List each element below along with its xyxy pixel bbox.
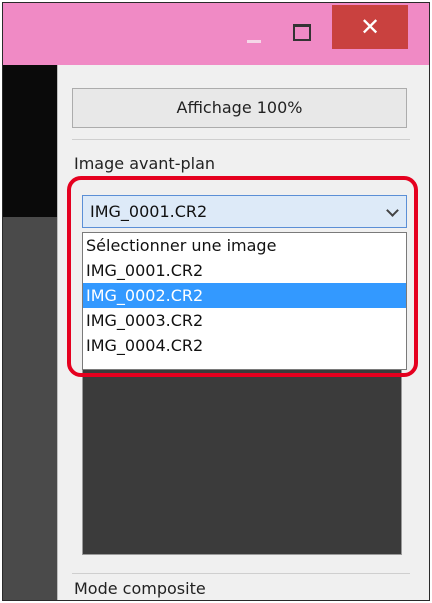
dropdown-option[interactable]: IMG_0001.CR2 <box>83 258 406 283</box>
canvas-dark-area <box>3 65 57 217</box>
image-preview <box>82 365 402 555</box>
foreground-image-label: Image avant-plan <box>74 154 216 173</box>
maximize-button[interactable] <box>286 17 316 47</box>
foreground-image-select[interactable]: IMG_0001.CR2 <box>82 195 407 228</box>
selected-image-value: IMG_0001.CR2 <box>90 202 208 221</box>
image-dropdown-list[interactable]: Sélectionner une image IMG_0001.CR2 IMG_… <box>82 232 407 370</box>
dropdown-option[interactable]: IMG_0003.CR2 <box>83 308 406 333</box>
divider <box>72 139 410 140</box>
dropdown-option[interactable]: Sélectionner une image <box>83 233 406 258</box>
minimize-button[interactable] <box>239 19 269 49</box>
composite-mode-label: Mode composite <box>74 579 206 598</box>
title-bar: ✕ <box>3 3 429 65</box>
display-100-button[interactable]: Affichage 100% <box>72 88 407 128</box>
app-window: ✕ Affichage 100% Image avant-plan IMG_00… <box>2 2 430 601</box>
divider <box>72 573 410 574</box>
close-icon: ✕ <box>359 13 381 41</box>
chevron-down-icon <box>386 204 399 217</box>
dropdown-option-highlighted[interactable]: IMG_0002.CR2 <box>83 283 406 308</box>
side-panel: Affichage 100% Image avant-plan IMG_0001… <box>57 65 429 600</box>
close-button[interactable]: ✕ <box>332 5 408 49</box>
dropdown-option[interactable]: IMG_0004.CR2 <box>83 333 406 358</box>
